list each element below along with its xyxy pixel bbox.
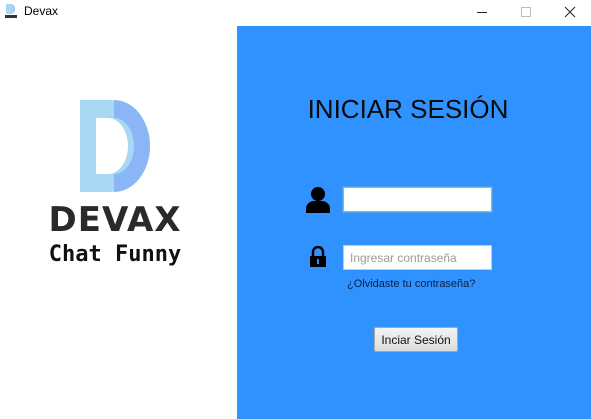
brand-tagline: Chat Funny	[48, 242, 182, 267]
close-icon	[564, 6, 576, 18]
login-title: INICIAR SESIÓN	[307, 94, 509, 124]
window-title: Devax	[24, 4, 59, 18]
window-titlebar: Devax	[0, 0, 591, 24]
login-button[interactable]: Inciar Sesión	[374, 327, 458, 352]
devax-app-icon	[5, 4, 17, 18]
maximize-button[interactable]	[504, 0, 548, 24]
letter-d-logo	[80, 100, 150, 192]
lock-icon	[310, 246, 326, 267]
user-icon	[306, 187, 330, 213]
close-button[interactable]	[548, 0, 591, 24]
password-input[interactable]	[343, 245, 492, 270]
username-input[interactable]	[342, 186, 493, 213]
maximize-icon	[521, 7, 531, 17]
minimize-icon	[477, 12, 487, 13]
brand-name: DEVAX	[48, 200, 182, 240]
minimize-button[interactable]	[460, 0, 504, 24]
forgot-password-link[interactable]: ¿Olvidaste tu contraseña?	[347, 278, 475, 290]
login-panel: INICIAR SESIÓN ¿Olvidaste tu contraseña?…	[237, 26, 591, 419]
